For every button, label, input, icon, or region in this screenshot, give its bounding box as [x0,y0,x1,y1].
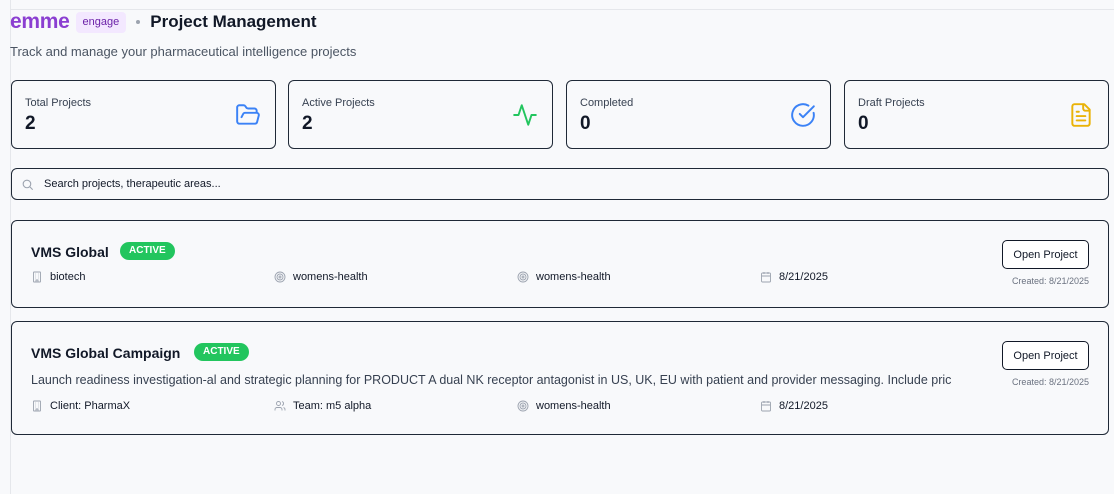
stat-label: Active Projects [302,97,375,109]
team: Team: m5 alpha [274,400,371,412]
page-header: emme engage Project Management [10,10,317,34]
meta-text: biotech [50,271,86,283]
project-date: 8/21/2025 [760,400,828,412]
stat-card-active: Active Projects 2 [288,80,553,149]
building-icon [33,400,41,412]
project-description: Launch readiness investigation-al and st… [31,373,952,387]
therapeutic-area: womens-health [274,271,368,283]
target-icon [517,271,529,283]
meta-text: womens-health [293,271,368,283]
project-card[interactable]: VMS Global ACTIVE biotech womens-health … [11,220,1109,308]
target-icon [274,271,286,283]
project-card[interactable]: VMS Global Campaign ACTIVE Launch readin… [11,321,1109,435]
stat-value: 0 [580,113,591,134]
users-icon [274,401,286,411]
stat-value: 2 [25,113,36,134]
created-date: Created: 8/21/2025 [1011,377,1089,387]
meta-text: womens-health [536,400,611,412]
search-input[interactable] [44,178,1044,190]
project-type: biotech [31,271,85,283]
stat-label: Completed [580,97,634,109]
calendar-icon [761,272,771,283]
file-text-icon [1071,103,1091,127]
separator-dot [136,20,141,24]
folder-open-icon [236,104,260,125]
status-badge: ACTIVE [120,242,175,260]
stat-card-total: Total Projects 2 [11,80,276,149]
project-name[interactable]: VMS Global [31,244,109,260]
meta-text: 8/21/2025 [779,400,828,412]
search-bar[interactable] [11,168,1109,200]
calendar-icon [761,401,771,412]
stat-label: Draft Projects [858,97,925,109]
activity-icon [513,104,537,126]
stat-card-completed: Completed 0 [566,80,831,149]
created-date: Created: 8/21/2025 [1011,276,1089,286]
stat-value: 0 [858,113,869,134]
meta-text: Client: PharmaX [50,400,131,412]
search-icon [22,179,33,190]
stat-card-draft: Draft Projects 0 [844,80,1109,149]
meta-text: Team: m5 alpha [293,400,372,412]
therapeutic-area: womens-health [517,400,611,412]
meta-text: womens-health [536,271,611,283]
project-name[interactable]: VMS Global Campaign [31,345,180,361]
brand-logo[interactable]: emme [10,10,70,34]
open-project-button[interactable]: Open Project [1002,341,1089,370]
stat-label: Total Projects [25,97,92,109]
indication: womens-health [517,271,611,283]
status-badge: ACTIVE [194,343,249,361]
project-date: 8/21/2025 [760,271,828,283]
product-badge: engage [75,11,127,33]
check-circle-icon [791,103,815,127]
open-project-button[interactable]: Open Project [1002,240,1089,269]
building-icon [33,271,41,283]
meta-text: 8/21/2025 [779,271,828,283]
target-icon [517,400,529,412]
page-title: Project Management [150,12,317,31]
page-subtitle: Track and manage your pharmaceutical int… [10,44,357,59]
stat-value: 2 [302,113,313,134]
client: Client: PharmaX [31,400,130,412]
